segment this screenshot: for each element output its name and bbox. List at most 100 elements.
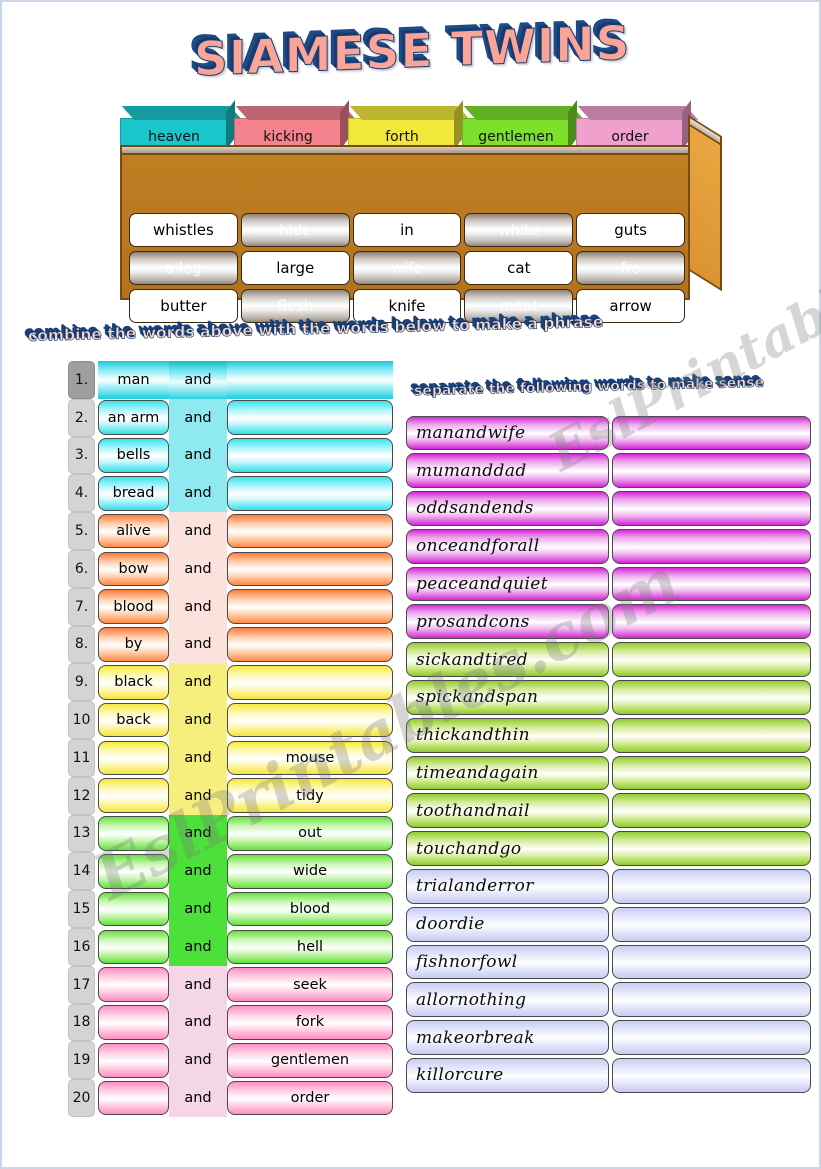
answer-blank-cell[interactable] [612,415,811,451]
joined-word-cell: allornothing [406,982,609,1018]
box-word-cell: white [464,213,574,247]
combine-row: 6. bow and [68,549,393,588]
answer-blank-cell[interactable] [612,906,811,942]
answer-blank-cell[interactable] [612,680,811,715]
first-word-cell[interactable]: back [98,702,169,738]
first-word-cell[interactable] [98,853,169,889]
word-box: heaven kicking forth gentlemen order whistle… [120,100,722,323]
conjunction-label: and [169,512,227,550]
second-word-cell[interactable] [227,513,393,549]
answer-blank-cell[interactable] [612,1058,811,1093]
title-part-two: TWINS [451,15,632,78]
joined-word-cell: spickandspan [406,680,609,715]
page-title: SIAMESE TWINS [2,15,821,88]
second-word-cell[interactable]: fork [227,1005,393,1040]
second-word-cell[interactable] [227,702,393,738]
second-word-cell[interactable] [227,400,393,435]
combine-row: 19 and gentlemen [68,1041,393,1080]
answer-blank-cell[interactable] [612,642,811,678]
separate-row: onceandforall [406,527,811,565]
box-lid-label: order [611,129,649,145]
answer-blank-cell[interactable] [612,717,811,753]
second-word-cell[interactable]: seek [227,967,393,1002]
combine-row: 5. alive and [68,512,393,550]
combine-row: 8. by and [68,625,393,664]
first-word-cell[interactable]: man [98,361,169,399]
box-lid-label: heaven [148,129,200,145]
second-word-cell[interactable] [227,551,393,587]
answer-blank-cell[interactable] [612,491,811,526]
lid-top-face [577,106,699,120]
first-word-cell[interactable] [98,778,169,813]
first-word-cell[interactable]: bread [98,475,169,511]
row-number: 20 [68,1079,95,1117]
combine-row: 4. bread and [68,474,393,513]
second-word-cell[interactable]: hell [227,929,393,965]
first-word-cell[interactable] [98,1080,169,1116]
first-word-cell[interactable] [98,816,169,851]
answer-blank-cell[interactable] [612,604,811,640]
lid-top-face [235,106,357,120]
answer-blank-cell[interactable] [612,566,811,602]
second-word-cell[interactable]: wide [227,853,393,889]
second-word-cell[interactable] [227,589,393,624]
joined-word-cell: trialanderror [406,869,609,904]
title-part-one: SIAMESE [194,23,435,88]
first-word-cell[interactable] [98,967,169,1002]
conjunction-label: and [169,625,227,664]
first-word-cell[interactable]: bow [98,551,169,587]
answer-blank-cell[interactable] [612,453,811,489]
second-word-cell[interactable]: blood [227,891,393,927]
second-word-cell[interactable]: mouse [227,740,393,776]
second-word-cell[interactable]: tidy [227,778,393,813]
first-word-cell[interactable] [98,1042,169,1078]
row-number: 5. [68,512,95,550]
first-word-cell[interactable]: bells [98,438,169,473]
row-number: 4. [68,474,95,513]
separate-row: oddsandends [406,490,811,528]
separate-row: prosandcons [406,603,811,641]
answer-blank-cell[interactable] [612,793,811,829]
combine-row: 11 and mouse [68,738,393,777]
second-word-cell[interactable] [227,475,393,511]
combine-row: 3. bells and [68,436,393,475]
box-word-cell: whistles [129,213,238,247]
answer-blank-cell[interactable] [612,944,811,980]
first-word-cell[interactable] [98,929,169,965]
conjunction-label: and [169,965,227,1004]
answer-blank-cell[interactable] [612,528,811,564]
second-word-cell[interactable]: out [227,816,393,851]
combine-row: 9. black and [68,663,393,702]
first-word-cell[interactable]: by [98,627,169,662]
first-word-cell[interactable] [98,740,169,776]
first-word-cell[interactable] [98,891,169,927]
answer-blank-cell[interactable] [612,1020,811,1056]
separate-row: mumanddad [406,452,811,490]
box-body: whistles hide in white guts a leg large wife cat… [120,153,690,323]
answer-blank-cell[interactable] [612,831,811,867]
answer-blank-cell[interactable] [612,982,811,1018]
first-word-cell[interactable] [98,1005,169,1040]
row-number: 13 [68,814,95,853]
first-word-cell[interactable]: blood [98,589,169,624]
second-word-cell[interactable] [227,438,393,473]
first-word-cell[interactable]: an arm [98,400,169,435]
conjunction-label: and [169,587,227,626]
combine-row: 15 and blood [68,890,393,928]
second-word-cell[interactable]: gentlemen [227,1042,393,1078]
combine-row: 7. blood and [68,587,393,626]
box-side-panel [688,123,722,292]
first-word-cell[interactable]: black [98,664,169,700]
answer-blank-cell[interactable] [612,869,811,904]
first-word-cell[interactable]: alive [98,513,169,549]
second-word-cell[interactable]: order [227,1080,393,1116]
separate-row: trialanderror [406,868,811,906]
answer-blank-cell[interactable] [612,755,811,791]
second-word-cell[interactable] [227,627,393,662]
second-word-cell[interactable] [227,664,393,700]
second-word-cell[interactable] [227,361,393,399]
row-number: 19 [68,1041,95,1080]
box-lid-label: gentlemen [478,129,554,145]
row-number: 12 [68,776,95,815]
box-word-grid: whistles hide in white guts a leg large wife cat… [126,209,688,327]
